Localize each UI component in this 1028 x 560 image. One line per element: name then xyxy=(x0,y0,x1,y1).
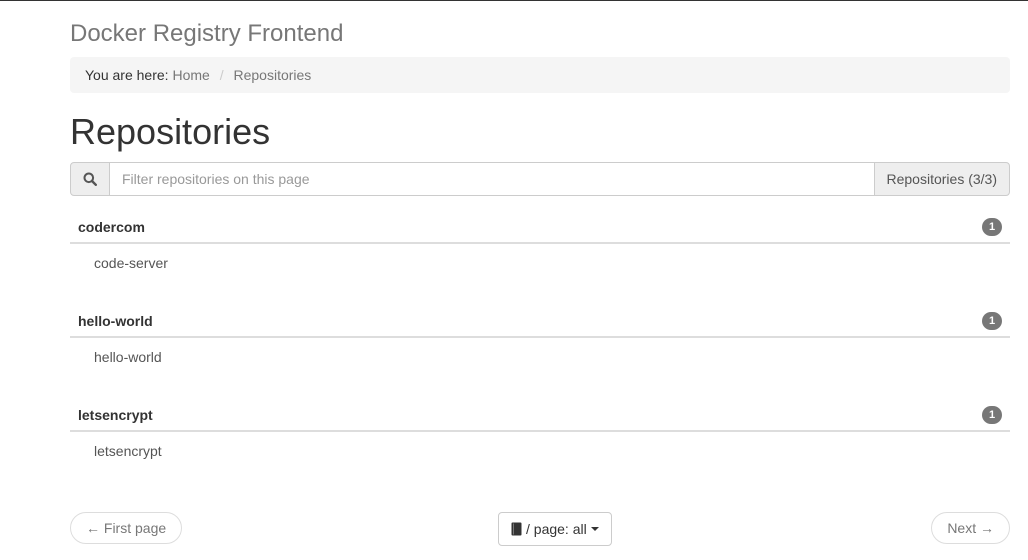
first-page-button[interactable]: ← First page xyxy=(70,512,183,544)
filter-input[interactable] xyxy=(110,162,874,196)
repo-group: hello-world 1 hello-world xyxy=(70,306,1010,376)
repo-namespace: hello-world xyxy=(78,313,153,329)
caret-down-icon xyxy=(590,527,599,531)
repo-list-item[interactable]: hello-world xyxy=(70,338,1010,376)
repo-count-badge: 1 xyxy=(982,406,1002,424)
repo-list-item[interactable]: letsencrypt xyxy=(70,432,1010,470)
window-top-border xyxy=(0,0,1028,1)
next-page-button[interactable]: Next → xyxy=(931,512,1010,544)
repo-namespace: letsencrypt xyxy=(78,407,153,423)
repo-count-badge: 1 xyxy=(982,312,1002,330)
repo-group-header[interactable]: letsencrypt 1 xyxy=(70,400,1010,432)
repo-group-header[interactable]: codercom 1 xyxy=(70,212,1010,244)
repo-group: codercom 1 code-server xyxy=(70,212,1010,282)
repo-group: letsencrypt 1 letsencrypt xyxy=(70,400,1010,470)
page-title: Repositories xyxy=(70,111,271,152)
breadcrumb-home-link[interactable]: Home xyxy=(172,67,209,83)
book-icon xyxy=(511,522,522,536)
app-title[interactable]: Docker Registry Frontend xyxy=(70,20,343,48)
search-icon xyxy=(70,162,110,196)
repo-count-badge: 1 xyxy=(982,218,1002,236)
breadcrumb-separator: / xyxy=(219,67,224,83)
pager: ← First page / page: all Next → xyxy=(70,512,1010,546)
repo-group-header[interactable]: hello-world 1 xyxy=(70,306,1010,338)
filter-group: Repositories (3/3) xyxy=(70,162,1010,196)
breadcrumb-prefix: You are here: xyxy=(85,67,169,83)
breadcrumb-current: Repositories xyxy=(233,67,312,83)
repository-count-label: Repositories (3/3) xyxy=(873,162,1010,196)
repo-list-item[interactable]: code-server xyxy=(70,244,1010,282)
repo-namespace: codercom xyxy=(78,219,145,235)
items-per-page-dropdown[interactable]: / page: all xyxy=(498,512,612,546)
breadcrumb: You are here: Home / Repositories xyxy=(70,57,1010,93)
per-page-label: / page: all xyxy=(526,521,587,537)
